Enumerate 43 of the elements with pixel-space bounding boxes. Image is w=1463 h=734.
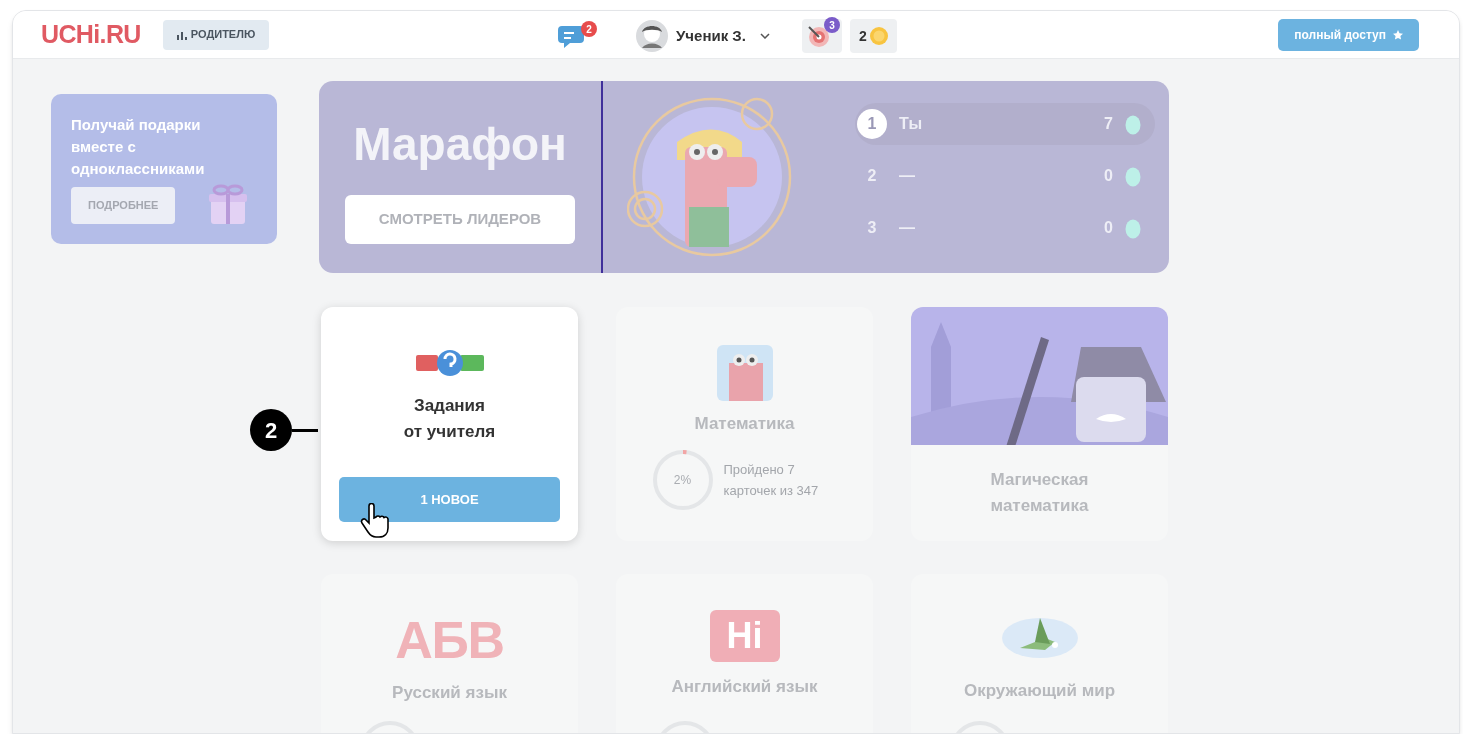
new-tasks-button[interactable]: 1 НОВОЕ [339,477,560,522]
card-title: Окружающий мир [963,680,1116,702]
parent-button[interactable]: РОДИТЕЛЮ [162,19,270,50]
progress-text: Пройдено 7 карточек из 347 [723,461,820,500]
card-title: Математика [694,413,795,435]
avatar-icon [636,20,668,52]
bar-chart-icon [176,29,187,40]
speech-bubbles-icon [415,349,484,379]
details-button[interactable]: ПОДРОБНЕЕ [71,187,176,224]
star-icon [1393,29,1403,40]
full-access-button[interactable]: полный доступ [1278,18,1419,51]
dinosaur-icon [716,345,773,401]
leader-score: 7 [1104,114,1113,134]
coin-count: 2 [858,26,867,46]
notification-badge: 2 [581,21,597,37]
target-icon [806,25,831,49]
coin-icon [869,27,888,45]
goals-button[interactable]: 3 [801,19,842,53]
leader-name: Ты [899,114,923,134]
gift-icon [208,184,248,226]
card-title: Задания от учителя [403,395,496,443]
rank-number: 1 [857,109,887,139]
hi-speech-bubble-logo: Hi [709,610,780,662]
card-title: Английский язык [671,676,818,698]
subject-card[interactable]: Задания от учителя 1 НОВОЕ [321,307,578,541]
card-title: Русский язык [392,682,507,704]
progress-percent: 2% [672,472,693,488]
letters-logo: АБВ [395,614,504,666]
leader-name: — [899,218,915,238]
notification-badge: 3 [823,17,840,33]
egg-icon [1125,217,1141,239]
card-title: Магическая математика [990,469,1089,517]
logo[interactable]: UCHi.RU [41,15,141,54]
chevron-down-icon [759,33,770,39]
hand-cursor-icon [360,503,392,539]
progress-ring [651,449,714,511]
egg-icon [1125,165,1141,187]
leader-name: — [899,166,915,186]
leaders-button[interactable]: СМОТРЕТЬ ЛИДЕРОВ [345,195,575,244]
egg-icon [1125,113,1141,135]
user-menu[interactable]: Ученик З. [636,20,770,52]
promo-text: Получай подарки вместе с одноклассниками [71,115,206,179]
leader-line [292,428,318,432]
